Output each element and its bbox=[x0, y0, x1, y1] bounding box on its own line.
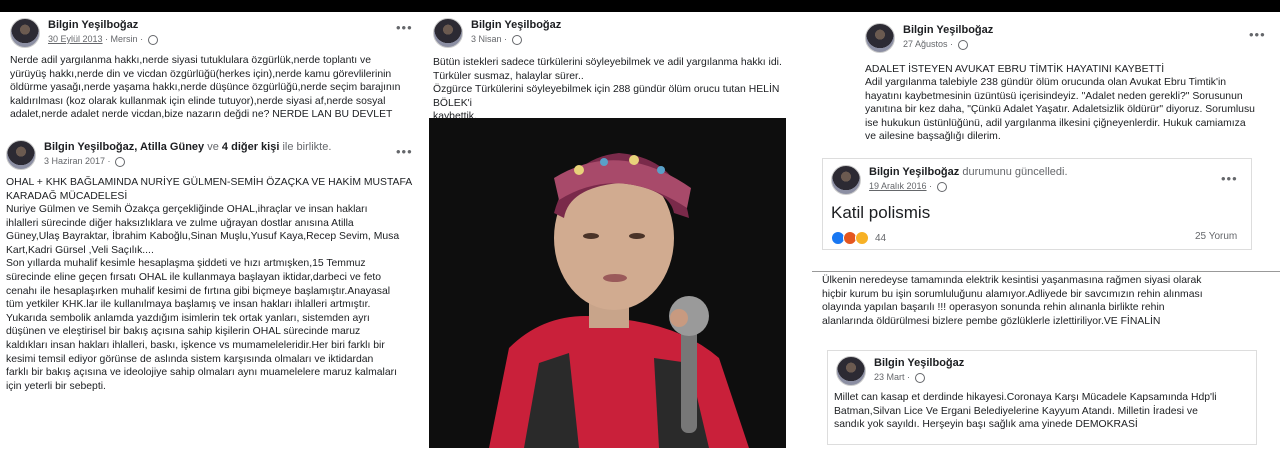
tagged-others-link[interactable]: 4 diğer kişi bbox=[222, 141, 279, 153]
more-options-icon[interactable]: ••• bbox=[396, 20, 413, 35]
avatar[interactable] bbox=[831, 165, 861, 195]
tag-suffix: ile birlikte. bbox=[282, 141, 332, 153]
post-text: Nerde adil yargılanma hakkı,nerde siyasi… bbox=[10, 55, 401, 121]
globe-icon bbox=[914, 372, 925, 383]
post-text: Bütün istekleri sadece türkülerini söyle… bbox=[433, 57, 782, 118]
post-date[interactable]: 3 Haziran 2017 bbox=[44, 156, 105, 166]
portrait-image bbox=[429, 118, 786, 448]
author-name[interactable]: Bilgin Yeşilboğaz bbox=[471, 18, 561, 32]
more-options-icon[interactable]: ••• bbox=[396, 144, 413, 159]
post-card-2: Bilgin Yeşilboğaz, Atilla Güney ve 4 diğ… bbox=[0, 136, 428, 406]
post-text: Nuriye Gülmen ve Semih Özakça gerçekliği… bbox=[6, 204, 400, 392]
author-name[interactable]: Bilgin Yeşilboğaz bbox=[48, 18, 158, 32]
post-card-4: Bilgin Yeşilboğaz 27 Ağustos · ••• ADALE… bbox=[857, 17, 1280, 153]
status-text: Katil polismis bbox=[831, 203, 931, 222]
more-options-icon[interactable]: ••• bbox=[1249, 27, 1266, 42]
post-text: Ülkenin neredeyse tamamında elektrik kes… bbox=[822, 275, 1203, 327]
post-title: ADALET İSTEYEN AVUKAT EBRU TİMTİK HAYATI… bbox=[865, 64, 1165, 75]
avatar[interactable] bbox=[836, 356, 866, 386]
post-date[interactable]: 27 Ağustos bbox=[903, 39, 948, 49]
avatar[interactable] bbox=[6, 140, 36, 170]
globe-icon bbox=[957, 39, 968, 50]
post-date[interactable]: 30 Eylül 2013 bbox=[48, 34, 103, 44]
author-name[interactable]: Bilgin Yeşilboğaz bbox=[869, 166, 959, 178]
author-name[interactable]: Bilgin Yeşilboğaz bbox=[874, 356, 964, 370]
avatar[interactable] bbox=[433, 18, 463, 48]
divider bbox=[812, 271, 1280, 272]
post-location[interactable]: Mersin bbox=[111, 34, 138, 44]
status-action: durumunu güncelledi. bbox=[962, 166, 1068, 178]
post-card-3: Bilgin Yeşilboğaz 3 Nisan · Bütün istekl… bbox=[429, 12, 786, 118]
post-date[interactable]: 3 Nisan bbox=[471, 34, 502, 44]
author-name[interactable]: Bilgin Yeşilboğaz bbox=[903, 23, 993, 37]
globe-icon bbox=[511, 34, 522, 45]
post-card-1: Bilgin Yeşilboğaz 30 Eylül 2013 · Mersin… bbox=[0, 12, 428, 135]
tagged-person[interactable]: Atilla Güney bbox=[140, 141, 204, 153]
top-black-bar bbox=[0, 0, 1280, 12]
comments-link[interactable]: 25 Yorum bbox=[1195, 231, 1237, 242]
tag-conjunction: ve bbox=[207, 141, 219, 153]
post-date[interactable]: 19 Aralık 2016 bbox=[869, 181, 927, 191]
post-text: Millet can kasap et derdinde hikayesi.Co… bbox=[834, 392, 1217, 431]
avatar[interactable] bbox=[865, 23, 895, 53]
post-card-6: Ülkenin neredeyse tamamında elektrik kes… bbox=[812, 271, 1280, 339]
avatar[interactable] bbox=[10, 18, 40, 48]
reactions-summary[interactable]: 44 bbox=[831, 231, 886, 245]
sad-icon bbox=[855, 231, 869, 245]
post-card-5: Bilgin Yeşilboğaz durumunu güncelledi. 1… bbox=[822, 158, 1252, 250]
post-date[interactable]: 23 Mart bbox=[874, 372, 905, 382]
post-card-7: Bilgin Yeşilboğaz 23 Mart · Millet can k… bbox=[827, 350, 1257, 445]
reaction-count: 44 bbox=[875, 232, 887, 244]
globe-icon bbox=[115, 156, 126, 167]
post-title: OHAL + KHK BAĞLAMINDA NURİYE GÜLMEN-SEMİ… bbox=[6, 177, 413, 202]
post-text: Adil yargılanma talebiyle 238 gündür ölü… bbox=[865, 77, 1255, 143]
globe-icon bbox=[936, 181, 947, 192]
globe-icon bbox=[147, 34, 158, 45]
author-name[interactable]: Bilgin Yeşilboğaz bbox=[44, 141, 134, 153]
more-options-icon[interactable]: ••• bbox=[1221, 171, 1238, 186]
post-photo[interactable] bbox=[429, 118, 786, 448]
